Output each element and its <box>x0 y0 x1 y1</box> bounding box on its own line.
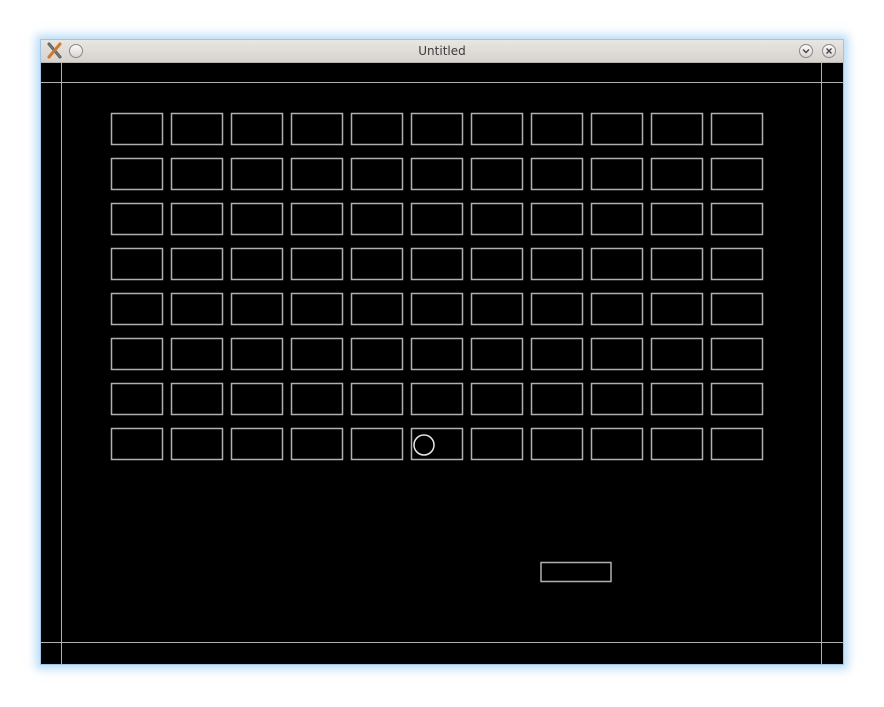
chevron-down-icon[interactable] <box>799 44 813 58</box>
game-background <box>41 63 843 664</box>
game-canvas[interactable] <box>41 63 843 664</box>
title-bar[interactable]: Untitled <box>41 40 843 63</box>
window-title: Untitled <box>418 44 466 58</box>
app-window: Untitled <box>40 39 844 665</box>
close-icon[interactable] <box>822 44 836 58</box>
